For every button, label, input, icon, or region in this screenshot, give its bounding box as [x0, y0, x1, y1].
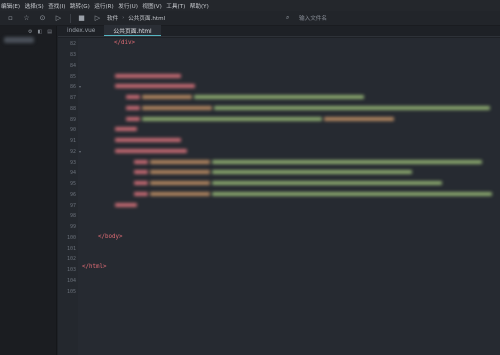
- file-search-icon: ⌕: [286, 14, 290, 21]
- blurred-code-line: [150, 160, 210, 164]
- code-line-close-div: </div>: [114, 40, 135, 46]
- blurred-code-line: [142, 117, 322, 121]
- blurred-code-line: [212, 192, 492, 196]
- line-number: 85: [69, 74, 76, 80]
- sidebar-project-item[interactable]: [4, 37, 34, 43]
- blurred-code-line: [150, 170, 210, 174]
- line-number: 103: [66, 267, 76, 273]
- blurred-code-line: [212, 160, 482, 164]
- blurred-code-line: [212, 170, 412, 174]
- line-number: 89: [69, 117, 76, 123]
- new-file-icon[interactable]: ▫: [5, 13, 16, 24]
- blurred-code-line: [150, 192, 210, 196]
- collapse-icon[interactable]: ▤: [47, 29, 52, 35]
- blurred-code-line: [126, 95, 140, 99]
- line-number: 90: [69, 127, 76, 133]
- folder-icon[interactable]: ■: [76, 13, 87, 24]
- toolbar-divider: [70, 13, 71, 23]
- line-number: 100: [66, 235, 76, 241]
- line-number: 88: [69, 106, 76, 112]
- forward-icon[interactable]: ▷: [53, 13, 64, 24]
- line-number: 101: [66, 246, 76, 252]
- blurred-code-line: [134, 192, 148, 196]
- back-icon[interactable]: ⊙: [37, 13, 48, 24]
- sidebar-toolbar: ⚙ ◧ ▤: [0, 26, 56, 37]
- line-number: 98: [69, 213, 76, 219]
- line-number: 94: [69, 170, 76, 176]
- line-number: 82: [69, 41, 76, 47]
- menu-bar: 编辑(E) 选择(S) 查找(I) 跳转(G) 运行(R) 发行(U) 视图(V…: [0, 0, 500, 11]
- menu-edit[interactable]: 编辑(E): [1, 2, 20, 10]
- blurred-code-line: [214, 106, 490, 110]
- line-number: 102: [66, 256, 76, 262]
- blurred-code-line: [194, 95, 364, 99]
- blurred-code-line: [324, 117, 394, 121]
- line-number: 83: [69, 52, 76, 58]
- line-number: 99: [69, 224, 76, 230]
- breadcrumb-file[interactable]: 公共页面.html: [128, 14, 165, 22]
- settings-icon[interactable]: ⚙: [28, 29, 32, 35]
- blurred-code-line: [150, 181, 210, 185]
- blurred-code-line: [212, 181, 442, 185]
- blurred-code-line: [134, 160, 148, 164]
- menu-tools[interactable]: 工具(T): [166, 2, 185, 10]
- line-number: 87: [69, 95, 76, 101]
- line-number: 96: [69, 192, 76, 198]
- line-number: 92: [69, 149, 76, 155]
- line-number: 86: [69, 84, 76, 90]
- blurred-code-line: [115, 84, 195, 88]
- code-line-close-body: </body>: [98, 234, 123, 240]
- tab-public-page[interactable]: 公共页面.html: [104, 25, 161, 36]
- line-number: 105: [66, 289, 76, 295]
- menu-publish[interactable]: 发行(U): [118, 2, 138, 10]
- filter-icon[interactable]: ◧: [38, 29, 43, 35]
- blurred-code-line: [126, 106, 140, 110]
- menu-goto[interactable]: 跳转(G): [70, 2, 90, 10]
- line-number: 104: [66, 278, 76, 284]
- star-icon[interactable]: ☆: [21, 13, 32, 24]
- blurred-code-line: [134, 170, 148, 174]
- file-search-box[interactable]: ⌕ 输入文件名: [286, 13, 436, 23]
- line-number: 97: [69, 203, 76, 209]
- editor-tabs: index.vue 公共页面.html: [58, 25, 500, 37]
- blurred-code-line: [115, 203, 137, 207]
- tab-index-vue[interactable]: index.vue: [58, 25, 104, 36]
- project-sidebar: ⚙ ◧ ▤: [0, 26, 57, 355]
- line-number: 95: [69, 181, 76, 187]
- line-number: 91: [69, 138, 76, 144]
- line-number: 93: [69, 160, 76, 166]
- menu-run[interactable]: 运行(R): [94, 2, 113, 10]
- breadcrumb-folder[interactable]: 软件: [107, 14, 118, 22]
- run-icon[interactable]: ▷: [92, 13, 103, 24]
- menu-help[interactable]: 帮助(Y): [190, 2, 209, 10]
- blurred-code-line: [142, 106, 212, 110]
- menu-find[interactable]: 查找(I): [48, 2, 65, 10]
- line-number: 84: [69, 63, 76, 69]
- fold-toggle-icon[interactable]: ▾: [79, 149, 81, 154]
- menu-select[interactable]: 选择(S): [25, 2, 44, 10]
- blurred-code-line: [115, 138, 181, 142]
- code-line-close-html: </html>: [82, 264, 107, 270]
- file-search-input[interactable]: 输入文件名: [299, 14, 327, 22]
- code-editor[interactable]: 82 83 84 85 86 87 88 89 90 91 92 93 94 9…: [58, 38, 500, 355]
- menu-view[interactable]: 视图(V): [142, 2, 161, 10]
- fold-toggle-icon[interactable]: ▾: [79, 84, 81, 89]
- blurred-code-line: [142, 95, 192, 99]
- blurred-code-line: [134, 181, 148, 185]
- chevron-right-icon: ›: [122, 15, 125, 21]
- blurred-code-line: [115, 127, 137, 131]
- blurred-code-line: [115, 149, 187, 153]
- blurred-code-line: [115, 74, 181, 78]
- toolbar: ▫ ☆ ⊙ ▷ ■ ▷ 软件 › 公共页面.html ⌕ 输入文件名: [0, 11, 500, 26]
- blurred-code-line: [126, 117, 140, 121]
